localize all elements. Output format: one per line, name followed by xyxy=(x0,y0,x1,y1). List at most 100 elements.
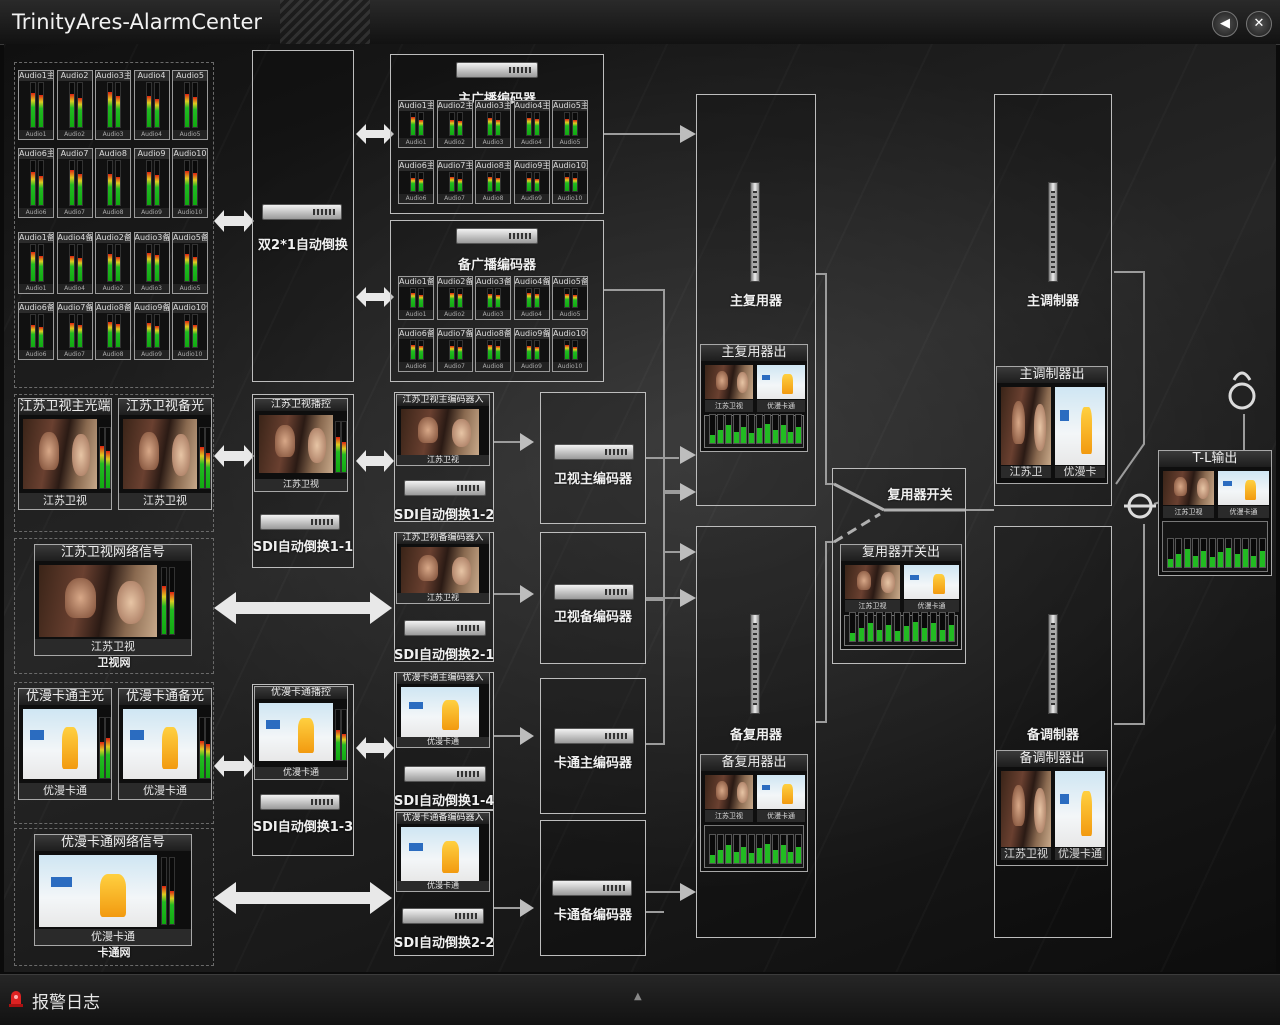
tl-out-monitor[interactable]: T-L输出 江苏卫视 优漫卡通 xyxy=(1158,450,1272,576)
backup-mux-device-icon xyxy=(750,614,760,714)
audio-meter xyxy=(1200,538,1208,568)
audio-meter xyxy=(30,160,36,206)
audio-tile-footer: Audio4 xyxy=(57,284,92,293)
audio-tile[interactable]: Audio4主编入 Audio4 xyxy=(513,100,550,148)
audio-tile[interactable]: Audio6主 Audio6 xyxy=(18,148,54,218)
audio-tile[interactable]: Audio1主 Audio1 xyxy=(18,70,54,140)
kt-main-encoder-panel[interactable] xyxy=(540,678,646,814)
jiangsu-playout-monitor[interactable]: 江苏卫视播控 江苏卫视 xyxy=(254,398,348,492)
audio-tile[interactable]: Audio4备 Audio4 xyxy=(56,232,93,294)
audio-tile[interactable]: Audio10 Audio10 xyxy=(172,148,208,218)
audio-meter xyxy=(779,834,787,864)
close-button[interactable]: ✕ xyxy=(1246,11,1272,37)
audio-meter xyxy=(763,834,771,864)
audio-tile[interactable]: Audio2 Audio2 xyxy=(56,70,93,140)
audio-tile-name: Audio4 xyxy=(134,71,169,81)
audio-tile[interactable]: Audio8备编入 Audio8 xyxy=(475,328,511,372)
jiangsu-backup-light-monitor[interactable]: 江苏卫视备光 江苏卫视 xyxy=(118,398,212,510)
audio-meter xyxy=(724,414,732,444)
audio-tile[interactable]: Audio8主编入 Audio8 xyxy=(475,160,511,204)
audio-meter xyxy=(448,172,455,192)
audio-tile[interactable]: Audio2主编入 Audio2 xyxy=(436,100,473,148)
audio-tile[interactable]: Audio10备编入 Audio10 xyxy=(552,328,588,372)
audio-tile[interactable]: Audio7 Audio7 xyxy=(56,148,93,218)
audio-meter xyxy=(76,82,83,128)
channel-caption: 优漫卡通 xyxy=(1055,848,1105,860)
audio-meter xyxy=(849,612,856,642)
main-mod-out-monitor[interactable]: 主调制器出 江苏卫 优漫卡 xyxy=(996,366,1108,484)
audio-tile[interactable]: Audio5备编入 Audio5 xyxy=(552,276,588,320)
audio-tile[interactable]: Audio10主编入 Audio10 xyxy=(552,160,588,204)
cartoon-playout-monitor[interactable]: 优漫卡通播控 优漫卡通 xyxy=(254,686,348,780)
audio-tile[interactable]: Audio5备 Audio5 xyxy=(172,232,208,294)
mux-switch-out-monitor[interactable]: 复用器开关出 江苏卫视 优漫卡通 xyxy=(840,544,962,650)
audio-tile[interactable]: Audio7备编入 Audio7 xyxy=(436,328,473,372)
audio-tile[interactable]: Audio8 Audio8 xyxy=(95,148,131,218)
video-thumbnail xyxy=(401,409,479,455)
audio-tile[interactable]: Audio7主编入 Audio7 xyxy=(436,160,473,204)
cartoon-main-encoder-input-monitor[interactable]: 优漫卡通主编码器入 优漫卡通 xyxy=(396,672,490,748)
audio-tile[interactable]: Audio9备编入 Audio9 xyxy=(513,328,550,372)
video-thumbnail xyxy=(1163,471,1214,505)
audio-meter xyxy=(161,857,167,925)
jiangsu-main-encoder-input-monitor[interactable]: 江苏卫视主编码器入 江苏卫视 xyxy=(396,394,490,466)
sdi-switch-device-icon xyxy=(404,766,486,782)
status-bar: 报警日志 ▲ xyxy=(0,974,1280,1025)
audio-meter xyxy=(115,314,121,348)
backup-mux-out-monitor[interactable]: 备复用器出 江苏卫视 优漫卡通 xyxy=(700,754,808,872)
audio-tile[interactable]: Audio3主 Audio3 xyxy=(95,70,131,140)
audio-tile[interactable]: Audio7备 Audio7 xyxy=(56,302,93,360)
jiangsu-main-light-monitor[interactable]: 江苏卫视主光端 江苏卫视 xyxy=(18,398,112,510)
audio-meter xyxy=(38,82,44,128)
audio-tile[interactable]: Audio2备编入 Audio2 xyxy=(436,276,473,320)
audio-tile[interactable]: Audio3备 Audio3 xyxy=(133,232,170,294)
audio-tile[interactable]: Audio6备 Audio6 xyxy=(18,302,54,360)
audio-tile-name: Audio9 xyxy=(134,149,169,159)
audio-tile-footer: Audio6 xyxy=(399,362,433,371)
audio-tile[interactable]: Audio3备编入 Audio3 xyxy=(475,276,511,320)
audio-tile[interactable]: Audio5 Audio5 xyxy=(172,70,208,140)
audio-tile[interactable]: Audio9主编入 Audio9 xyxy=(513,160,550,204)
cartoon-backup-light-monitor[interactable]: 优漫卡通备光 优漫卡通 xyxy=(118,688,212,800)
expand-grip-icon[interactable]: ▲ xyxy=(634,991,642,1002)
audio-tile[interactable]: Audio4 Audio4 xyxy=(133,70,170,140)
monitor-caption: 优漫卡通 xyxy=(255,767,347,779)
jiangsu-backup-encoder-input-monitor[interactable]: 江苏卫视备编码器入 江苏卫视 xyxy=(396,532,490,604)
audio-tile[interactable]: Audio4备编入 Audio4 xyxy=(513,276,550,320)
audio-tile-name: Audio9备 xyxy=(134,303,169,313)
wire xyxy=(646,457,682,492)
audio-tile[interactable]: Audio1主编入 Audio1 xyxy=(398,100,434,148)
audio-tile-name: Audio10主编入 xyxy=(553,161,587,171)
audio-tile[interactable]: Audio1备编入 Audio1 xyxy=(398,276,434,320)
audio-meter xyxy=(709,834,716,864)
audio-meter xyxy=(205,427,211,489)
audio-tile[interactable]: Audio2备 Audio2 xyxy=(95,232,131,294)
audio-tile[interactable]: Audio1备 Audio1 xyxy=(18,232,54,294)
jiangsu-network-monitor[interactable]: 江苏卫视网络信号 江苏卫视 xyxy=(34,544,192,656)
audio-tile[interactable]: Audio10备 Audio10 xyxy=(172,302,208,360)
alarm-log-label[interactable]: 报警日志 xyxy=(32,988,100,1013)
audio-tile-footer: Audio4 xyxy=(134,130,169,139)
main-mux-out-monitor[interactable]: 主复用器出 江苏卫视 优漫卡通 xyxy=(700,344,808,452)
audio-tile[interactable]: Audio5主编入 Audio5 xyxy=(552,100,588,148)
audio-tile-footer: Audio2 xyxy=(437,138,472,147)
cartoon-main-light-monitor[interactable]: 优漫卡通主光 优漫卡通 xyxy=(18,688,112,800)
sound-icon[interactable]: ◀ xyxy=(1212,11,1238,37)
audio-meter xyxy=(1225,538,1233,568)
audio-tile[interactable]: Audio3主编入 Audio3 xyxy=(475,100,511,148)
audio-meter xyxy=(716,414,724,444)
backup-mod-out-monitor[interactable]: 备调制器出 江苏卫视 优漫卡通 xyxy=(996,750,1108,866)
audio-tile[interactable]: Audio6备编入 Audio6 xyxy=(398,328,434,372)
audio-tile[interactable]: Audio9备 Audio9 xyxy=(133,302,170,360)
monitor-title: 优漫卡通主光 xyxy=(19,689,111,705)
audio-meter xyxy=(867,612,874,642)
cartoon-network-monitor[interactable]: 优漫卡通网络信号 优漫卡通 xyxy=(34,834,192,946)
audio-tile[interactable]: Audio6主编入 Audio6 xyxy=(398,160,434,204)
audio-meter xyxy=(418,340,424,360)
audio-tile[interactable]: Audio8备 Audio8 xyxy=(95,302,131,360)
cartoon-backup-encoder-input-monitor[interactable]: 优漫卡通备编码器入 优漫卡通 xyxy=(396,812,490,892)
audio-meter xyxy=(564,172,570,192)
alarm-bell-icon[interactable] xyxy=(8,989,24,1007)
audio-tile[interactable]: Audio9 Audio9 xyxy=(133,148,170,218)
channel-caption: 优漫卡通 xyxy=(757,400,805,412)
